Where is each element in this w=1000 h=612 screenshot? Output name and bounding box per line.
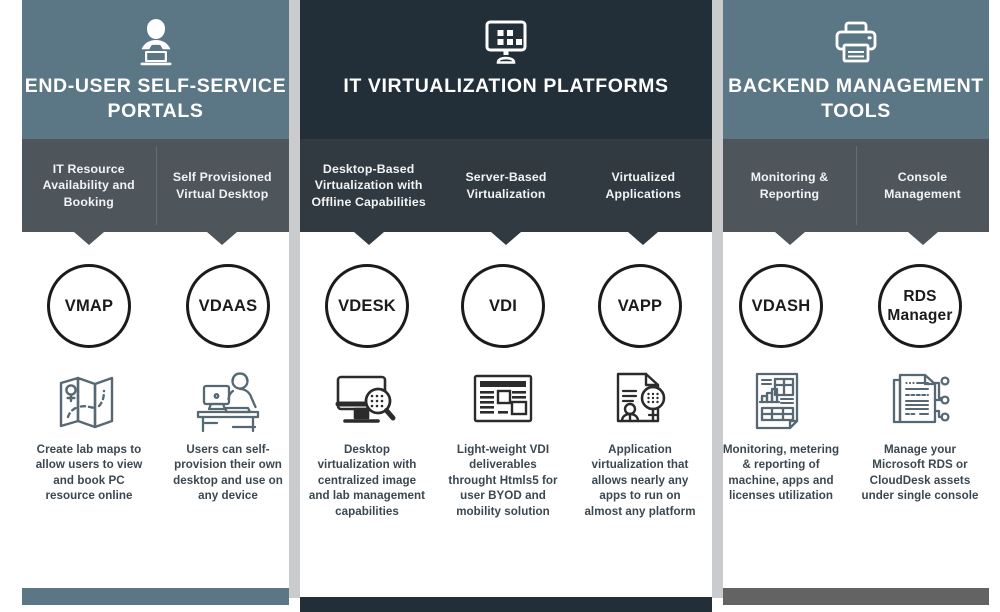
badge-circle-vdaas[interactable]: VDAAS [186,264,270,348]
badge-circle-vapp[interactable]: VAPP [598,264,682,348]
group-panel-end-user-self-service-portals: END-USER SELF-SERVICE PORTALS [22,0,289,139]
arrow-down-icon-vapp [628,232,659,245]
person-at-desk-icon [190,370,266,434]
badge-label-rds-manager: RDS Manager [887,288,953,324]
footer-bar-it-virtualization [300,597,712,612]
column-vdesk: VDESK Desktop virtualization with centra… [308,264,426,519]
subheader-label-self-provisioned-virtual-desktop: Self Provisioned Virtual Desktop [172,170,272,201]
subheader-cell-virtualized-applications[interactable]: Virtualized Applications [575,139,712,245]
badge-label-vdesk: VDESK [338,296,396,315]
arrow-down-icon-rds-manager [907,232,938,245]
infographic-canvas: END-USER SELF-SERVICE PORTALS IT Resourc… [0,0,1000,612]
badge-circle-vdi[interactable]: VDI [461,264,545,348]
badge-circle-vmap[interactable]: VMAP [47,264,131,348]
subheader-label-server-based-virtualization: Server-Based Virtualization [465,170,547,201]
subheader-row-end-user: IT Resource Availability and Booking Sel… [22,139,290,245]
subheader-cell-desktop-based-virtualization[interactable]: Desktop-Based Virtualization with Offlin… [300,139,437,245]
group-panel-backend-management-tools: BACKEND MANAGEMENT TOOLS [723,0,989,139]
column-description-vdaas: Users can self-provision their own deskt… [173,443,283,503]
arrow-down-icon-vdi [490,232,521,245]
subheader-cell-monitoring-reporting[interactable]: Monitoring & Reporting [723,139,856,245]
column-vdaas: VDAAS Users can self-provision their own… [169,264,287,504]
group-panel-it-virtualization-platforms: IT VIRTUALIZATION PLATFORMS [300,0,712,139]
monitor-tiles-icon [479,18,533,66]
printer-icon [829,18,883,66]
browser-window-icon [465,370,541,434]
subheader-cell-server-based-virtualization[interactable]: Server-Based Virtualization [437,139,574,245]
column-description-rds-manager: Manage your Microsoft RDS or CloudDesk a… [861,443,979,503]
column-vdi: VDI Light-weight VDI deliverables throug… [444,264,562,519]
folded-map-icon [51,370,127,434]
footer-bar-end-user [22,588,289,605]
subheader-cell-it-resource-availability[interactable]: IT Resource Availability and Booking [22,139,156,245]
subheader-divider [155,146,157,225]
subheader-label-virtualized-applications: Virtualized Applications [605,170,682,201]
badge-circle-vdesk[interactable]: VDESK [325,264,409,348]
document-person-magnifier-icon [602,370,678,434]
arrow-down-icon-vdash [774,232,805,245]
badge-label-vdash: VDASH [751,296,811,315]
subheader-divider [856,146,857,225]
group-header-backend-management: BACKEND MANAGEMENT TOOLS [723,0,989,124]
subheader-cell-self-provisioned-virtual-desktop[interactable]: Self Provisioned Virtual Desktop [155,139,290,245]
user-at-laptop-icon [129,18,183,66]
column-description-vapp: Application virtualization that allows n… [584,443,696,518]
badge-circle-rds-manager[interactable]: RDS Manager [878,264,962,348]
column-description-vdash: Monitoring, metering & reporting of mach… [722,443,840,503]
footer-bar-backend-management [723,588,989,605]
badge-circle-vdash[interactable]: VDASH [739,264,823,348]
column-vapp: VAPP Application virtualization that all… [581,264,699,519]
document-network-icon [882,370,958,434]
report-chart-icon [743,370,819,434]
group-header-it-virtualization: IT VIRTUALIZATION PLATFORMS [300,0,712,99]
arrow-down-icon-vdaas [207,232,238,245]
subheader-label-desktop-based-virtualization: Desktop-Based Virtualization with Offlin… [311,161,426,209]
badge-label-vmap: VMAP [64,296,114,315]
group-title-end-user: END-USER SELF-SERVICE PORTALS [24,75,287,122]
group-separator-left [289,0,300,598]
column-vmap: VMAP Create lab maps to allow users to v… [30,264,148,504]
column-description-vdi: Light-weight VDI deliverables throught H… [448,443,558,518]
arrow-down-icon-vmap [73,232,104,245]
badge-label-vapp: VAPP [617,296,663,315]
badge-label-vdaas: VDAAS [198,296,258,315]
column-description-vdesk: Desktop virtualization with centralized … [308,443,426,518]
badge-label-vdi: VDI [488,296,518,315]
arrow-down-icon-vdesk [353,232,384,245]
column-description-vmap: Create lab maps to allow users to view a… [35,443,143,503]
group-title-backend-management: BACKEND MANAGEMENT TOOLS [728,75,984,122]
column-vdash: VDASH Monitoring, metering & reporting o… [722,264,840,504]
subheader-label-it-resource-availability: IT Resource Availability and Booking [42,161,135,209]
subheader-label-console-management: Console Management [884,170,961,201]
column-rds-manager: RDS Manager Manage your Microsoft RDS or… [861,264,979,504]
monitor-magnifier-icon [329,370,405,434]
group-header-end-user: END-USER SELF-SERVICE PORTALS [22,0,289,124]
subheader-label-monitoring-reporting: Monitoring & Reporting [750,170,829,201]
group-title-it-virtualization: IT VIRTUALIZATION PLATFORMS [343,75,669,97]
subheader-cell-console-management[interactable]: Console Management [856,139,989,245]
subheader-row-it-virtualization: Desktop-Based Virtualization with Offlin… [300,139,712,245]
subheader-row-backend-management: Monitoring & Reporting Console Managemen… [723,139,989,245]
